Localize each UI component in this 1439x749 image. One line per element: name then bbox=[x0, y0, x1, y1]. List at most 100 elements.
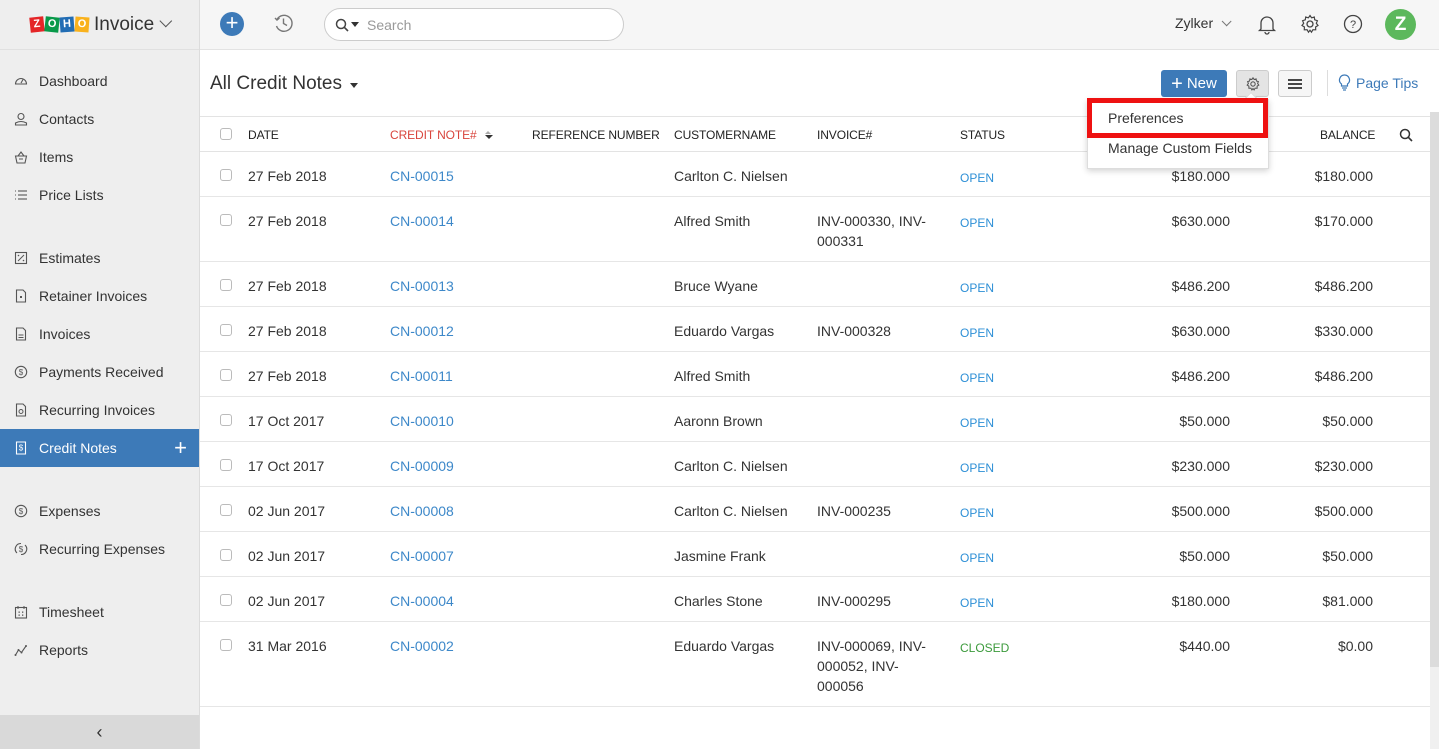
column-header-status[interactable]: STATUS bbox=[960, 128, 1005, 142]
cell-balance: $486.200 bbox=[1314, 368, 1373, 384]
table-row[interactable]: 17 Oct 2017 CN-00009 Carlton C. Nielsen OPE… bbox=[200, 442, 1430, 487]
column-header-credit-note[interactable]: CREDIT NOTE# bbox=[390, 128, 493, 142]
column-header-reference-number[interactable]: REFERENCE NUMBER bbox=[532, 128, 660, 142]
gear-icon bbox=[1245, 76, 1260, 91]
status-badge: OPEN bbox=[960, 416, 995, 430]
scrollbar-thumb[interactable] bbox=[1430, 112, 1439, 667]
invoice-icon bbox=[14, 327, 28, 341]
more-options-button[interactable] bbox=[1278, 70, 1312, 97]
table-row[interactable]: 31 Mar 2016 CN-00002 Eduardo Vargas INV-000… bbox=[200, 622, 1430, 707]
column-header-invoice[interactable]: INVOICE# bbox=[817, 128, 872, 142]
credit-note-icon: $ bbox=[14, 441, 28, 455]
table-row[interactable]: 17 Oct 2017 CN-00010 Aaronn Brown OPEN $50.0… bbox=[200, 397, 1430, 442]
cell-balance: $230.000 bbox=[1314, 458, 1373, 474]
view-selector[interactable]: All Credit Notes bbox=[210, 73, 358, 95]
sidebar-item-retainer-invoices[interactable]: Retainer Invoices bbox=[0, 277, 199, 315]
row-checkbox[interactable] bbox=[220, 324, 232, 336]
sidebar-item-estimates[interactable]: Estimates bbox=[0, 239, 199, 277]
row-checkbox[interactable] bbox=[220, 549, 232, 561]
svg-text:$: $ bbox=[19, 368, 24, 377]
sidebar-item-contacts[interactable]: Contacts bbox=[0, 100, 199, 138]
credit-note-link[interactable]: CN-00008 bbox=[390, 501, 454, 521]
collapse-sidebar-button[interactable]: ‹ bbox=[0, 715, 199, 749]
credit-notes-table: DATE CREDIT NOTE# REFERENCE NUMBER CUSTO… bbox=[200, 116, 1430, 707]
notifications-bell-icon[interactable] bbox=[1256, 13, 1278, 35]
credit-note-link[interactable]: CN-00007 bbox=[390, 546, 454, 566]
brand-switcher[interactable]: Z O H O Invoice bbox=[0, 0, 199, 50]
credit-note-link[interactable]: CN-00009 bbox=[390, 456, 454, 476]
credit-note-link[interactable]: CN-00011 bbox=[390, 366, 453, 386]
zoho-logo: Z O H O bbox=[29, 16, 90, 33]
row-checkbox[interactable] bbox=[220, 414, 232, 426]
credit-note-link[interactable]: CN-00010 bbox=[390, 411, 454, 431]
dashboard-icon bbox=[14, 74, 28, 88]
select-all-checkbox[interactable] bbox=[220, 128, 232, 140]
table-row[interactable]: 27 Feb 2018 CN-00012 Eduardo Vargas INV-000… bbox=[200, 307, 1430, 352]
cell-date: 31 Mar 2016 bbox=[248, 638, 327, 654]
sidebar-item-reports[interactable]: Reports bbox=[0, 631, 199, 669]
sidebar-item-label: Retainer Invoices bbox=[39, 288, 148, 304]
sidebar-item-expenses[interactable]: $ Expenses bbox=[0, 492, 199, 530]
row-checkbox[interactable] bbox=[220, 214, 232, 226]
add-credit-note-icon[interactable]: + bbox=[174, 437, 187, 459]
search-input[interactable] bbox=[367, 16, 607, 33]
row-checkbox[interactable] bbox=[220, 169, 232, 181]
table-row[interactable]: 27 Feb 2018 CN-00014 Alfred Smith INV-00033… bbox=[200, 197, 1430, 262]
row-checkbox[interactable] bbox=[220, 369, 232, 381]
column-header-balance[interactable]: BALANCE bbox=[1320, 128, 1375, 142]
credit-note-link[interactable]: CN-00013 bbox=[390, 276, 454, 296]
cell-amount: $50.000 bbox=[1179, 548, 1230, 564]
credit-note-link[interactable]: CN-00012 bbox=[390, 321, 454, 341]
row-checkbox[interactable] bbox=[220, 504, 232, 516]
sidebar-item-recurring-invoices[interactable]: Recurring Invoices bbox=[0, 391, 199, 429]
sidebar-item-payments-received[interactable]: $ Payments Received bbox=[0, 353, 199, 391]
sidebar-item-items[interactable]: Items bbox=[0, 138, 199, 176]
sidebar-item-invoices[interactable]: Invoices bbox=[0, 315, 199, 353]
menu-item-manage-custom-fields[interactable]: Manage Custom Fields bbox=[1108, 140, 1252, 156]
row-checkbox[interactable] bbox=[220, 279, 232, 291]
cell-invoice: INV-000328 bbox=[817, 323, 891, 339]
new-credit-note-button[interactable]: + New bbox=[1161, 70, 1227, 97]
column-header-customer-name[interactable]: CUSTOMERNAME bbox=[674, 128, 776, 142]
cell-date: 17 Oct 2017 bbox=[248, 458, 325, 474]
global-search[interactable] bbox=[324, 8, 624, 41]
row-checkbox[interactable] bbox=[220, 459, 232, 471]
menu-item-preferences[interactable]: Preferences bbox=[1108, 110, 1183, 126]
credit-note-link[interactable]: CN-00015 bbox=[390, 166, 454, 186]
recent-history-icon[interactable] bbox=[273, 13, 294, 34]
table-row[interactable]: 02 Jun 2017 CN-00004 Charles Stone INV-0002… bbox=[200, 577, 1430, 622]
user-avatar[interactable]: Z bbox=[1385, 9, 1416, 40]
sidebar-item-timesheet[interactable]: Timesheet bbox=[0, 593, 199, 631]
cell-date: 27 Feb 2018 bbox=[248, 168, 327, 184]
quick-create-button[interactable]: + bbox=[220, 12, 244, 36]
sidebar-item-label: Contacts bbox=[39, 111, 95, 127]
credit-note-link[interactable]: CN-00014 bbox=[390, 211, 454, 231]
help-icon[interactable]: ? bbox=[1342, 13, 1364, 35]
retainer-invoice-icon bbox=[14, 289, 28, 303]
credit-note-link[interactable]: CN-00002 bbox=[390, 636, 454, 656]
logo-letter: H bbox=[59, 16, 75, 33]
cell-balance: $170.000 bbox=[1314, 213, 1373, 229]
row-checkbox[interactable] bbox=[220, 639, 232, 651]
cell-amount: $630.000 bbox=[1171, 213, 1230, 229]
table-row[interactable]: 27 Feb 2018 CN-00011 Alfred Smith OPEN $486.… bbox=[200, 352, 1430, 397]
status-badge: OPEN bbox=[960, 551, 995, 565]
settings-gear-icon[interactable] bbox=[1299, 13, 1321, 35]
table-row[interactable]: 02 Jun 2017 CN-00008 Carlton C. Nielsen INV… bbox=[200, 487, 1430, 532]
column-search-icon[interactable] bbox=[1399, 128, 1413, 142]
column-header-date[interactable]: DATE bbox=[248, 128, 279, 142]
sidebar-item-dashboard[interactable]: Dashboard bbox=[0, 62, 199, 100]
sidebar-item-recurring-expenses[interactable]: $ Recurring Expenses bbox=[0, 530, 199, 568]
sidebar-item-label: Expenses bbox=[39, 503, 101, 519]
organization-switcher[interactable]: Zylker bbox=[1175, 15, 1232, 31]
table-row[interactable]: 02 Jun 2017 CN-00007 Jasmine Frank OPEN $50.… bbox=[200, 532, 1430, 577]
sidebar-item-price-lists[interactable]: Price Lists bbox=[0, 176, 199, 214]
page-tips-link[interactable]: Page Tips bbox=[1338, 74, 1418, 91]
sidebar-item-credit-notes[interactable]: $ Credit Notes + bbox=[0, 429, 199, 467]
row-checkbox[interactable] bbox=[220, 594, 232, 606]
cell-date: 27 Feb 2018 bbox=[248, 213, 327, 229]
search-scope-caret-icon[interactable] bbox=[351, 22, 359, 27]
credit-note-link[interactable]: CN-00004 bbox=[390, 591, 454, 611]
cell-amount: $500.000 bbox=[1171, 503, 1230, 519]
table-row[interactable]: 27 Feb 2018 CN-00013 Bruce Wyane OPEN $486.2… bbox=[200, 262, 1430, 307]
